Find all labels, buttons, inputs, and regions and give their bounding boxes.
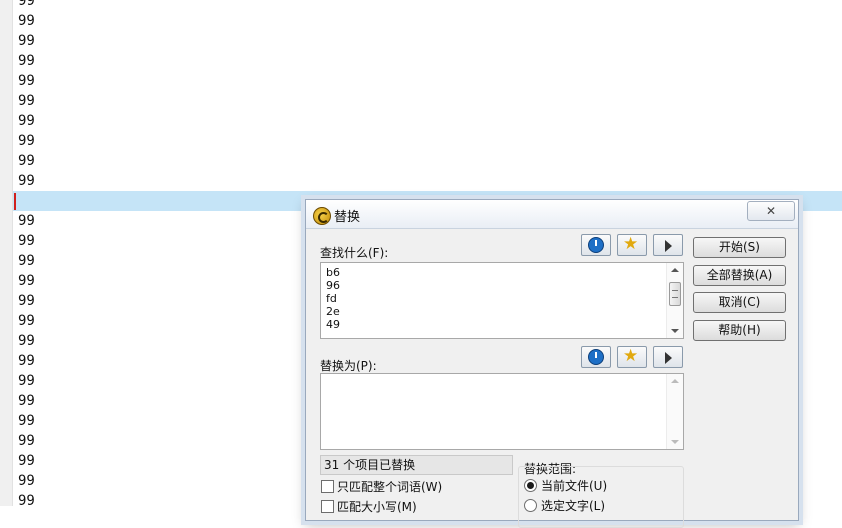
clock-icon — [588, 237, 604, 253]
scroll-up-icon[interactable] — [671, 268, 679, 272]
editor-line[interactable]: 99 — [18, 351, 35, 371]
find-text-line: 2e — [326, 305, 340, 318]
star-icon: ★ — [623, 234, 639, 254]
close-button[interactable]: ✕ — [747, 201, 795, 221]
editor-line[interactable]: 99 — [18, 371, 35, 391]
find-text-line: fd — [326, 292, 337, 305]
replace-history-button[interactable] — [581, 346, 611, 368]
find-history-button[interactable] — [581, 234, 611, 256]
scroll-up-icon[interactable] — [671, 379, 679, 383]
start-button[interactable]: 开始(S) — [693, 237, 786, 258]
editor-line[interactable]: 99 — [18, 431, 35, 451]
editor-line[interactable]: 99 — [18, 111, 35, 131]
scroll-down-icon[interactable] — [671, 440, 679, 444]
editor-line[interactable]: 99 — [18, 311, 35, 331]
line-gutter — [0, 0, 13, 506]
editor-line[interactable]: 99 — [18, 71, 35, 91]
editor-line[interactable]: 99 — [18, 151, 35, 171]
editor-line[interactable]: 99 — [18, 171, 35, 191]
editor-line[interactable]: 99 — [18, 291, 35, 311]
match-whole-word-checkbox[interactable] — [321, 480, 334, 493]
find-more-button[interactable] — [653, 234, 683, 256]
find-favorites-button[interactable]: ★ — [617, 234, 647, 256]
editor-line[interactable]: 99 — [18, 131, 35, 151]
editor-line[interactable]: 99 — [18, 211, 35, 231]
scope-current-file-label[interactable]: 当前文件(U) — [541, 477, 607, 494]
match-case-checkbox[interactable] — [321, 500, 334, 513]
help-button[interactable]: 帮助(H) — [693, 320, 786, 341]
editor-line[interactable]: 99 — [18, 271, 35, 291]
dialog-title: 替换 — [334, 210, 361, 225]
status-text: 31 个项目已替换 — [320, 455, 513, 475]
editor-line[interactable]: 99 — [18, 231, 35, 251]
scope-current-file-radio[interactable] — [524, 479, 537, 492]
editor-line[interactable]: 99 — [18, 411, 35, 431]
app-logo-icon — [313, 207, 331, 225]
find-input[interactable]: b6 96 fd 2e 49 — [320, 262, 684, 339]
editor-line[interactable]: 99 — [18, 0, 35, 11]
scroll-thumb[interactable] — [669, 282, 681, 306]
editor-line[interactable]: 99 — [18, 11, 35, 31]
editor-line[interactable]: 99 — [18, 471, 35, 491]
star-icon: ★ — [623, 346, 639, 366]
replace-all-button[interactable]: 全部替换(A) — [693, 265, 786, 286]
match-whole-word-label[interactable]: 只匹配整个词语(W) — [337, 478, 442, 495]
find-scrollbar[interactable] — [666, 263, 683, 338]
replace-more-button[interactable] — [653, 346, 683, 368]
clock-icon — [588, 349, 604, 365]
replace-dialog: 替换 ✕ 查找什么(F): ★ b6 96 fd 2e 49 替换为(P): ★ 开始(… — [305, 199, 799, 528]
find-text-line: 49 — [326, 318, 340, 331]
editor-line[interactable]: 99 — [18, 31, 35, 51]
editor-line[interactable]: 99 — [18, 331, 35, 351]
replace-label: 替换为(P): — [320, 359, 377, 373]
replace-input[interactable] — [320, 373, 684, 450]
dialog-titlebar[interactable]: 替换 ✕ — [306, 200, 798, 229]
replace-favorites-button[interactable]: ★ — [617, 346, 647, 368]
editor-line[interactable]: 99 — [18, 91, 35, 111]
find-text-line: 96 — [326, 279, 340, 292]
editor-line[interactable]: 99 — [18, 51, 35, 71]
editor-line[interactable]: 99 — [18, 391, 35, 411]
text-caret — [14, 193, 16, 210]
cancel-button[interactable]: 取消(C) — [693, 292, 786, 313]
editor-line[interactable]: 99 — [18, 451, 35, 471]
play-arrow-icon — [665, 240, 672, 252]
play-arrow-icon — [665, 352, 672, 364]
editor-line[interactable]: 99 — [18, 491, 35, 511]
match-case-label[interactable]: 匹配大小写(M) — [337, 498, 417, 515]
scroll-down-icon[interactable] — [671, 329, 679, 333]
editor-line[interactable]: 99 — [18, 251, 35, 271]
find-label: 查找什么(F): — [320, 246, 389, 260]
replace-scrollbar[interactable] — [666, 374, 683, 449]
find-text-line: b6 — [326, 266, 340, 279]
